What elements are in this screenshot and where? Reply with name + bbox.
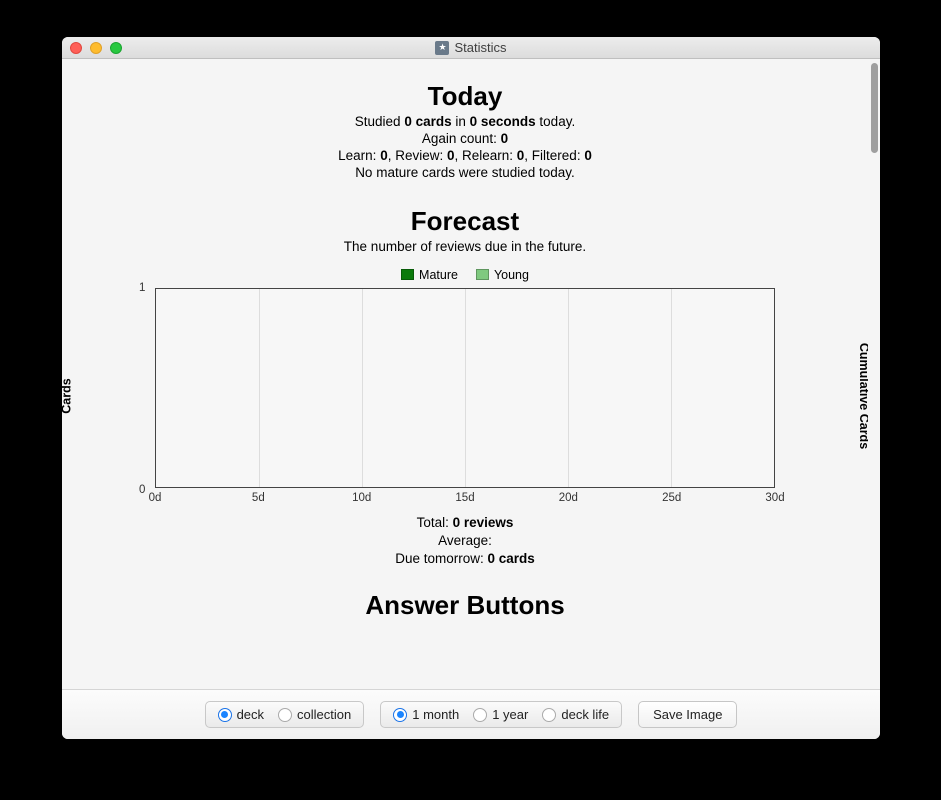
today-line1-mid: in (452, 114, 470, 129)
answer-buttons-section: Answer Buttons (62, 590, 868, 621)
filtered-label: , Filtered: (524, 148, 584, 163)
today-cards-count: 0 cards (404, 114, 451, 129)
content-area: Today Studied 0 cards in 0 seconds today… (62, 59, 880, 689)
total-label: Total: (417, 515, 453, 530)
footer-bar: deck collection 1 month 1 year deck life… (62, 689, 880, 739)
plot-area (155, 288, 775, 488)
review-label: , Review: (388, 148, 447, 163)
radio-dot-icon (542, 708, 556, 722)
close-icon[interactable] (70, 42, 82, 54)
scrollbar-thumb[interactable] (871, 63, 878, 153)
xtick-1: 5d (252, 492, 265, 504)
xtick-6: 30d (765, 492, 784, 504)
radio-collection-label: collection (297, 707, 351, 722)
radio-1month[interactable]: 1 month (393, 707, 459, 722)
review-value: 0 (447, 148, 455, 163)
forecast-heading: Forecast (62, 206, 868, 237)
today-line1-post: today. (536, 114, 576, 129)
legend-young: Young (476, 268, 529, 282)
xtick-3: 15d (455, 492, 474, 504)
ytick-1: 1 (139, 282, 145, 294)
xtick-4: 20d (559, 492, 578, 504)
app-icon: ★ (435, 41, 449, 55)
statistics-window: ★ Statistics Today Studied 0 cards in 0 … (62, 37, 880, 739)
x-axis-ticks: 0d 5d 10d 15d 20d 25d 30d (155, 492, 775, 508)
y-axis-right: Cumulative Cards (829, 286, 868, 506)
window-title: Statistics (454, 40, 506, 55)
forecast-section: Forecast The number of reviews due in th… (62, 206, 868, 569)
forecast-chart: Cards Cumulative Cards 1 0 0d 5d (105, 286, 825, 506)
again-label: Again count: (422, 131, 501, 146)
save-image-button[interactable]: Save Image (638, 701, 737, 728)
due-label: Due tomorrow: (395, 551, 487, 566)
radio-dot-icon (393, 708, 407, 722)
relearn-label: , Relearn: (455, 148, 517, 163)
legend-mature: Mature (401, 268, 458, 282)
radio-dot-icon (218, 708, 232, 722)
radio-1month-label: 1 month (412, 707, 459, 722)
legend-young-label: Young (494, 268, 529, 282)
radio-collection[interactable]: collection (278, 707, 351, 722)
again-value: 0 (501, 131, 509, 146)
today-heading: Today (62, 81, 868, 112)
swatch-mature-icon (401, 269, 414, 280)
radio-deck[interactable]: deck (218, 707, 264, 722)
scroll-content: Today Studied 0 cards in 0 seconds today… (62, 59, 868, 689)
total-value: 0 reviews (453, 515, 514, 530)
radio-1year[interactable]: 1 year (473, 707, 528, 722)
xtick-2: 10d (352, 492, 371, 504)
due-value: 0 cards (487, 551, 534, 566)
radio-1year-label: 1 year (492, 707, 528, 722)
y-axis-left: Cards (62, 286, 97, 506)
today-section: Today Studied 0 cards in 0 seconds today… (62, 81, 868, 182)
answer-heading: Answer Buttons (62, 590, 868, 621)
radio-decklife-label: deck life (561, 707, 609, 722)
filtered-value: 0 (584, 148, 592, 163)
xtick-5: 25d (662, 492, 681, 504)
today-line1-pre: Studied (355, 114, 405, 129)
window-controls (62, 42, 122, 54)
today-summary: Studied 0 cards in 0 seconds today. Agai… (62, 114, 868, 182)
radio-deck-label: deck (237, 707, 264, 722)
radio-dot-icon (473, 708, 487, 722)
radio-dot-icon (278, 708, 292, 722)
learn-value: 0 (380, 148, 388, 163)
learn-label: Learn: (338, 148, 380, 163)
mature-line: No mature cards were studied today. (62, 165, 868, 182)
chart-legend: Mature Young (62, 268, 868, 282)
forecast-stats: Total: 0 reviews Average: Due tomorrow: … (62, 514, 868, 569)
today-time: 0 seconds (470, 114, 536, 129)
average-label: Average: (438, 533, 492, 548)
range-segment: 1 month 1 year deck life (380, 701, 622, 728)
xtick-0: 0d (149, 492, 162, 504)
minimize-icon[interactable] (90, 42, 102, 54)
ytick-0: 0 (139, 484, 145, 496)
scope-segment: deck collection (205, 701, 365, 728)
swatch-young-icon (476, 269, 489, 280)
titlebar: ★ Statistics (62, 37, 880, 59)
radio-decklife[interactable]: deck life (542, 707, 609, 722)
zoom-icon[interactable] (110, 42, 122, 54)
legend-mature-label: Mature (419, 268, 458, 282)
forecast-subtitle: The number of reviews due in the future. (62, 239, 868, 254)
